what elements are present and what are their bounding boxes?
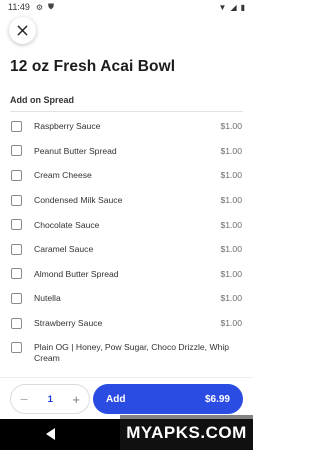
option-checkbox[interactable] xyxy=(11,194,22,206)
option-row[interactable]: Strawberry Sauce $1.00 xyxy=(0,311,253,336)
signal-icon: ◢ xyxy=(230,2,237,12)
option-price: $1.00 xyxy=(220,293,242,304)
option-checkbox[interactable] xyxy=(11,317,22,329)
option-row[interactable]: Condensed Milk Sauce $1.00 xyxy=(0,188,253,213)
option-price: $1.00 xyxy=(220,121,242,132)
option-row[interactable]: Raspberry Sauce $1.00 xyxy=(0,114,253,139)
option-row[interactable]: Cream Cheese $1.00 xyxy=(0,163,253,188)
option-price: $1.00 xyxy=(220,268,242,279)
watermark: MYAPKS.COM xyxy=(120,415,253,450)
gear-icon: ⚙ xyxy=(35,2,44,12)
option-price: $1.00 xyxy=(220,219,242,230)
section-header: Add on Spread xyxy=(10,95,75,105)
option-checkbox[interactable] xyxy=(11,342,22,354)
shield-icon: ⛊ xyxy=(48,2,55,11)
option-row[interactable]: Peanut Butter Spread $1.00 xyxy=(0,139,253,164)
option-label: Cream Cheese xyxy=(34,170,92,181)
option-label: Strawberry Sauce xyxy=(34,318,103,329)
options-list: Raspberry Sauce $1.00 Peanut Butter Spre… xyxy=(0,114,253,373)
status-right-icons: ▼ ◢ ▮ xyxy=(219,3,245,12)
option-label: Plain OG | Honey, Pow Sugar, Choco Drizz… xyxy=(34,342,230,363)
option-row[interactable]: Plain OG | Honey, Pow Sugar, Choco Drizz… xyxy=(0,335,253,373)
increase-button[interactable]: + xyxy=(72,393,80,406)
battery-icon: ▮ xyxy=(240,2,245,12)
option-checkbox[interactable] xyxy=(11,169,22,181)
option-price: $1.00 xyxy=(220,170,242,181)
option-checkbox[interactable] xyxy=(11,268,22,280)
close-button[interactable] xyxy=(9,17,36,44)
cart-bar: − 1 + Add $6.99 xyxy=(0,377,253,419)
option-checkbox[interactable] xyxy=(11,292,22,304)
add-button-label: Add xyxy=(106,393,126,405)
option-checkbox[interactable] xyxy=(11,243,22,255)
option-price: $1.00 xyxy=(220,318,242,329)
quantity-stepper: − 1 + xyxy=(10,384,90,414)
status-time: 11:49 xyxy=(8,2,30,12)
wifi-icon: ▼ xyxy=(218,2,227,12)
option-row[interactable]: Caramel Sauce $1.00 xyxy=(0,237,253,262)
status-bar: 11:49 ⚙ ⛊ ▼ ◢ ▮ xyxy=(0,0,253,14)
option-checkbox[interactable] xyxy=(11,120,22,132)
product-title: 12 oz Fresh Acai Bowl xyxy=(10,58,176,75)
section-divider xyxy=(10,111,243,112)
option-label: Nutella xyxy=(34,293,61,304)
option-checkbox[interactable] xyxy=(11,145,22,157)
add-to-cart-button[interactable]: Add $6.99 xyxy=(93,384,243,414)
add-button-total: $6.99 xyxy=(204,393,230,405)
decrease-button[interactable]: − xyxy=(20,392,28,406)
option-label: Condensed Milk Sauce xyxy=(34,195,123,206)
option-price: $1.00 xyxy=(220,195,242,206)
option-label: Almond Butter Spread xyxy=(34,268,119,279)
close-icon xyxy=(17,25,28,36)
option-label: Caramel Sauce xyxy=(34,244,94,255)
quantity-value: 1 xyxy=(47,393,53,405)
watermark-text: MYAPKS.COM xyxy=(126,422,247,442)
option-label: Raspberry Sauce xyxy=(34,121,101,132)
option-checkbox[interactable] xyxy=(11,219,22,231)
option-row[interactable]: Almond Butter Spread $1.00 xyxy=(0,262,253,287)
option-price: $1.00 xyxy=(220,244,242,255)
option-label: Peanut Butter Spread xyxy=(34,145,117,156)
option-row[interactable]: Nutella $1.00 xyxy=(0,286,253,311)
back-icon[interactable] xyxy=(46,428,55,440)
option-price: $1.00 xyxy=(220,145,242,156)
option-row[interactable]: Chocolate Sauce $1.00 xyxy=(0,212,253,237)
option-label: Chocolate Sauce xyxy=(34,219,100,230)
